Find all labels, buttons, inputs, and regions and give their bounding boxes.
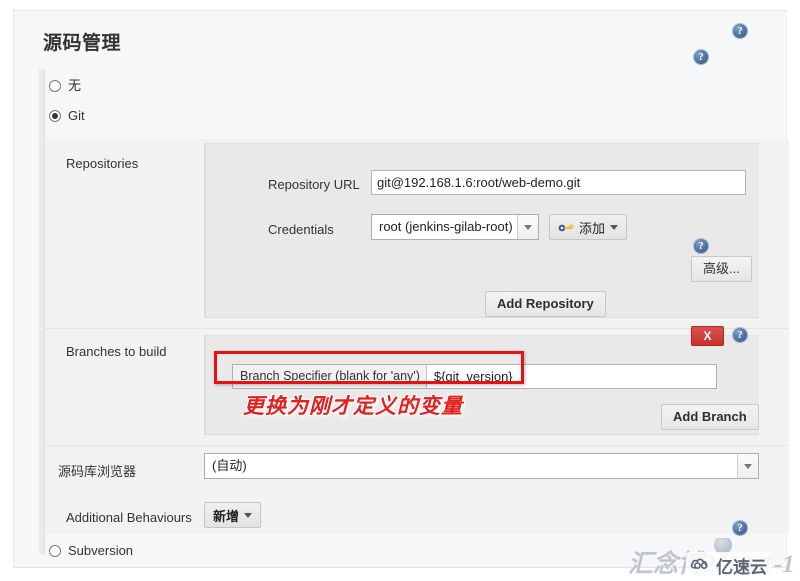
scm-option-subversion-label: Subversion — [68, 543, 134, 558]
repo-browser-select[interactable]: (自动) — [204, 453, 759, 479]
add-branch-button[interactable]: Add Branch — [661, 404, 759, 430]
help-icon-repo-browser[interactable]: ? — [732, 327, 748, 343]
divider-repositories — [45, 328, 789, 329]
watermark: 汇念博2019-1-1 亿速云 — [618, 538, 793, 578]
cloud-logo-icon — [690, 557, 712, 574]
radio-git-indicator[interactable] — [49, 109, 61, 122]
credentials-select-value: root (jenkins-gilab-root) — [379, 219, 513, 234]
watermark-badge: 亿速云 — [686, 552, 771, 578]
scm-config-panel: 源码管理 无 Git Repositories Repository URL g… — [13, 10, 789, 568]
credentials-label: Credentials — [268, 222, 334, 237]
add-credentials-label: 添加 — [579, 220, 606, 236]
watermark-text: 亿速云 — [716, 558, 767, 577]
repo-browser-select-value: (自动) — [212, 458, 247, 473]
scm-option-none[interactable]: 无 — [49, 79, 81, 92]
page-title: 源码管理 — [43, 33, 122, 54]
divider-branches — [45, 445, 789, 446]
caret-down-icon[interactable] — [610, 224, 619, 230]
branch-specifier-field[interactable]: Branch Specifier (blank for 'any') ${git… — [232, 364, 717, 389]
key-icon — [558, 221, 574, 233]
repository-url-label: Repository URL — [268, 177, 360, 192]
scm-option-none-label: 无 — [68, 78, 82, 93]
chevron-down-icon[interactable] — [517, 215, 538, 239]
add-repository-button[interactable]: Add Repository — [485, 291, 606, 317]
chevron-down-icon[interactable] — [737, 454, 758, 478]
credentials-select[interactable]: root (jenkins-gilab-root) — [371, 214, 539, 240]
branch-specifier-input[interactable]: ${git_version} — [426, 365, 716, 388]
repositories-label: Repositories — [66, 156, 139, 171]
repo-browser-label: 源码库浏览器 — [58, 464, 137, 479]
help-icon-branch-specifier[interactable]: ? — [693, 238, 709, 254]
repositories-subpanel: Repository URL git@192.168.1.6:root/web-… — [204, 143, 759, 318]
annotation-red-note: 更换为刚才定义的变量 — [243, 394, 463, 418]
radio-subversion-indicator[interactable] — [49, 544, 61, 557]
branch-specifier-label: Branch Specifier (blank for 'any') — [233, 365, 427, 388]
caret-down-icon[interactable] — [244, 512, 253, 518]
git-settings-panel: Repositories Repository URL git@192.168.… — [45, 139, 789, 534]
repository-url-input[interactable]: git@192.168.1.6:root/web-demo.git — [371, 170, 746, 195]
branches-subpanel: X Branch Specifier (blank for 'any') ${g… — [204, 326, 759, 435]
delete-branch-button[interactable]: X — [691, 326, 724, 346]
scm-option-subversion[interactable]: Subversion — [49, 544, 133, 557]
add-behaviour-button[interactable]: 新增 — [204, 502, 262, 528]
help-icon-repository-url[interactable]: ? — [693, 49, 709, 65]
advanced-button[interactable]: 高级... — [691, 256, 752, 282]
add-credentials-button[interactable]: 添加 — [549, 214, 628, 240]
scm-option-git[interactable]: Git — [49, 109, 85, 122]
additional-behaviours-label: Additional Behaviours — [66, 510, 192, 525]
scm-option-git-label: Git — [68, 108, 85, 123]
add-behaviour-label: 新增 — [213, 508, 240, 524]
branches-to-build-label: Branches to build — [66, 344, 167, 359]
radio-none-indicator[interactable] — [49, 79, 61, 92]
help-icon-repositories[interactable]: ? — [732, 23, 748, 39]
help-icon-subversion[interactable]: ? — [732, 520, 748, 536]
